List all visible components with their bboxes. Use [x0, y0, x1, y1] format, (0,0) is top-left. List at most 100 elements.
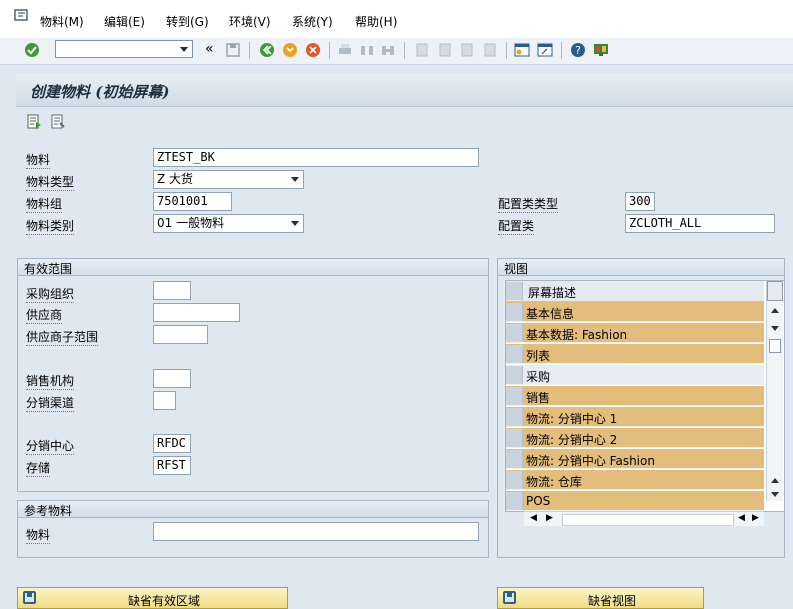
material-type-label: 物料类型: [26, 175, 75, 191]
scroll-right-icon[interactable]: ▶: [752, 513, 759, 523]
back-icon[interactable]: [259, 42, 275, 58]
reference-material-input[interactable]: [153, 522, 479, 541]
menu-material[interactable]: 物料(M): [40, 13, 84, 30]
material-category-select[interactable]: 01 一般物料: [153, 214, 304, 233]
new-session-icon[interactable]: [514, 42, 530, 58]
table-row[interactable]: POS: [506, 491, 764, 511]
menu-bar: 物料(M) 编辑(E) 转到(G) 环境(V) 系统(Y) 帮助(H): [0, 0, 793, 38]
table-row[interactable]: 基本数据: Fashion: [506, 323, 764, 343]
h-scroll-track[interactable]: [562, 514, 734, 526]
print-icon[interactable]: [337, 42, 353, 58]
command-field[interactable]: [55, 40, 193, 58]
config-class-input[interactable]: ZCLOTH_ALL: [625, 214, 775, 233]
row-selector[interactable]: [506, 450, 523, 468]
dc-label: 分销中心: [26, 439, 75, 455]
cancel-icon[interactable]: [305, 42, 321, 58]
view-label: 列表: [526, 349, 551, 363]
menu-edit[interactable]: 编辑(E): [104, 13, 145, 30]
table-row[interactable]: 物流: 分销中心 2: [506, 428, 764, 448]
horizontal-scrollbar[interactable]: ◀ ▶ ◀ ▶: [524, 511, 764, 526]
row-selector[interactable]: [506, 471, 523, 489]
scroll-right-icon[interactable]: ▶: [546, 513, 553, 523]
toolbar-separator: [561, 42, 562, 59]
row-selector[interactable]: [506, 345, 523, 363]
menu-system[interactable]: 系统(Y): [292, 13, 333, 30]
material-type-select[interactable]: Z 大货: [153, 170, 304, 189]
customize-layout-icon[interactable]: [593, 42, 609, 58]
previous-page-icon[interactable]: [437, 42, 453, 58]
view-label: 物流: 分销中心 2: [526, 433, 618, 447]
scroll-thumb[interactable]: [769, 339, 781, 353]
find-icon[interactable]: [359, 42, 375, 58]
scroll-up-page-icon[interactable]: [771, 478, 779, 483]
menu-environment[interactable]: 环境(V): [229, 13, 271, 30]
row-selector[interactable]: [506, 366, 523, 384]
table-row[interactable]: 基本信息: [506, 302, 764, 322]
chevron-down-icon[interactable]: [180, 47, 188, 52]
table-row[interactable]: 销售: [506, 386, 764, 406]
last-page-icon[interactable]: [482, 42, 498, 58]
first-page-icon[interactable]: [414, 42, 430, 58]
select-views-icon[interactable]: [26, 114, 42, 130]
history-back-button[interactable]: «: [205, 41, 214, 57]
column-config-button[interactable]: [767, 281, 783, 301]
config-class-type-input[interactable]: 300: [625, 192, 655, 211]
enter-check-icon[interactable]: [24, 42, 40, 58]
page-title: 创建物料 (初始屏幕): [30, 83, 170, 101]
row-selector[interactable]: [506, 303, 523, 321]
purch-org-input[interactable]: [153, 281, 191, 300]
reference-material-label: 物料: [26, 528, 51, 544]
window-menu-icon[interactable]: [14, 9, 30, 23]
row-selector[interactable]: [506, 492, 523, 510]
storage-input[interactable]: RFST: [153, 456, 191, 475]
help-icon[interactable]: ?: [570, 42, 586, 58]
find-next-icon[interactable]: [380, 42, 396, 58]
sales-org-input[interactable]: [153, 369, 191, 388]
table-row[interactable]: 物流: 分销中心 1: [506, 407, 764, 427]
view-label: 物流: 分销中心 1: [526, 412, 618, 426]
row-selector[interactable]: [506, 387, 523, 405]
sales-org-label: 销售机构: [26, 374, 75, 390]
row-selector[interactable]: [506, 324, 523, 342]
table-row[interactable]: 列表: [506, 344, 764, 364]
distr-channel-input[interactable]: [153, 391, 176, 410]
shortcut-icon[interactable]: [537, 42, 553, 58]
row-selector[interactable]: [506, 429, 523, 447]
column-header-screen-desc[interactable]: 屏幕描述: [528, 284, 576, 301]
menu-goto[interactable]: 转到(G): [166, 13, 209, 30]
view-label: 物流: 分销中心 Fashion: [526, 454, 655, 468]
standard-toolbar: « ?: [0, 38, 793, 65]
scroll-left-icon[interactable]: ◀: [530, 513, 537, 523]
reference-title: 参考物料: [24, 504, 73, 518]
vendor-input[interactable]: [153, 303, 240, 322]
data-icon[interactable]: [50, 114, 66, 130]
select-all-button[interactable]: [506, 282, 523, 300]
scroll-left-icon[interactable]: ◀: [738, 513, 745, 523]
scroll-up-icon[interactable]: [771, 308, 779, 313]
material-input[interactable]: ZTEST_BK: [153, 148, 479, 167]
vertical-scrollbar[interactable]: [766, 281, 783, 501]
material-category-label: 物料类别: [26, 219, 75, 235]
material-type-value: Z 大货: [157, 172, 194, 186]
row-selector[interactable]: [506, 408, 523, 426]
menu-help[interactable]: 帮助(H): [355, 13, 397, 30]
chevron-down-icon[interactable]: [291, 221, 299, 226]
table-row[interactable]: 采购: [506, 365, 764, 385]
config-class-label: 配置类: [498, 219, 535, 235]
material-category-value: 01 一般物料: [157, 216, 225, 230]
dc-input[interactable]: RFDC: [153, 434, 191, 453]
table-row[interactable]: 物流: 分销中心 Fashion: [506, 449, 764, 469]
scroll-down-page-icon[interactable]: [771, 492, 779, 497]
view-label: 采购: [526, 370, 551, 384]
views-title: 视图: [504, 262, 529, 276]
chevron-down-icon[interactable]: [291, 177, 299, 182]
toolbar-separator: [329, 42, 330, 59]
vendor-subrange-input[interactable]: [153, 325, 208, 344]
material-group-input[interactable]: 7501001: [153, 192, 232, 211]
table-row[interactable]: 物流: 仓库: [506, 470, 764, 490]
org-levels-group: 有效范围: [17, 258, 489, 492]
next-page-icon[interactable]: [459, 42, 475, 58]
exit-icon[interactable]: [282, 42, 298, 58]
save-icon[interactable]: [225, 42, 241, 58]
scroll-down-icon[interactable]: [771, 326, 779, 331]
